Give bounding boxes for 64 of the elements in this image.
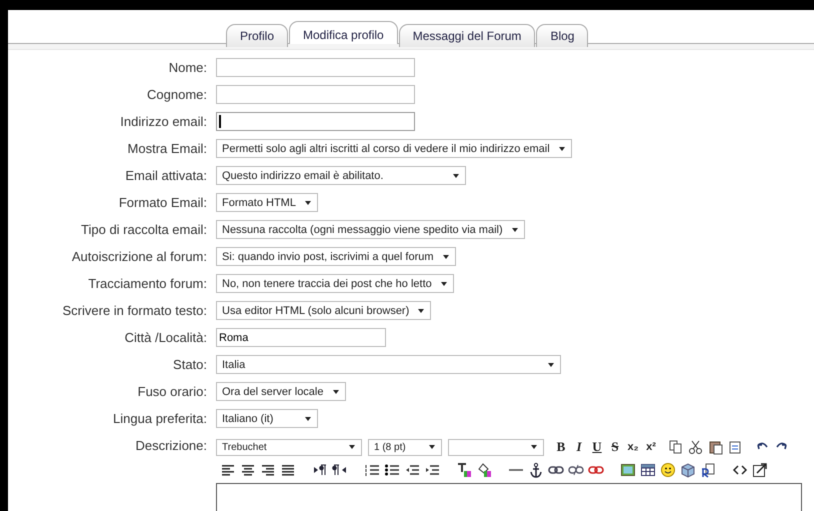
- justify-icon[interactable]: [280, 462, 296, 478]
- dropdown[interactable]: Nessuna raccolta (ogni messaggio viene spedito via mail): [216, 220, 525, 239]
- field-label: Tipo di raccolta email:: [80, 221, 207, 239]
- cut-icon[interactable]: [688, 439, 704, 455]
- outdent-icon[interactable]: [404, 462, 420, 478]
- text-field[interactable]: [216, 58, 415, 77]
- box-icon[interactable]: [680, 462, 696, 478]
- field-label: Lingua preferita:: [112, 410, 207, 428]
- align-left-icon[interactable]: [220, 462, 236, 478]
- field-label: Autoiscrizione al forum:: [70, 248, 207, 266]
- right-to-left-icon[interactable]: [332, 462, 348, 478]
- field-label: Città /Località:: [124, 329, 207, 347]
- font-dropdown[interactable]: Trebuchet: [216, 438, 362, 456]
- tab[interactable]: Profilo: [226, 24, 288, 47]
- paste-icon[interactable]: [708, 439, 724, 455]
- table-icon[interactable]: [640, 462, 656, 478]
- tab[interactable]: Messaggi del Forum: [398, 24, 536, 47]
- size-dropdown[interactable]: 1 (8 pt): [368, 438, 442, 456]
- dropdown[interactable]: Italia: [216, 355, 561, 374]
- field-label: Formato Email:: [118, 194, 207, 212]
- indent-icon[interactable]: [424, 462, 440, 478]
- dropdown[interactable]: Ora del server locale: [216, 382, 346, 401]
- align-center-icon[interactable]: [240, 462, 256, 478]
- dropdown[interactable]: Questo indirizzo email è abilitato.: [216, 166, 466, 185]
- numbered-list-icon[interactable]: [364, 462, 380, 478]
- anchor-icon[interactable]: [528, 462, 544, 478]
- format-button[interactable]: I: [572, 439, 586, 455]
- dropdown[interactable]: Formato HTML: [216, 193, 318, 212]
- field-label: Mostra Email:: [126, 140, 207, 158]
- smiley-icon[interactable]: [660, 462, 676, 478]
- dropdown[interactable]: Permetti solo agli altri iscritti al corso di vedere il mio indirizzo email: [216, 139, 572, 158]
- fullscreen-icon[interactable]: [752, 462, 768, 478]
- field-label: Scrivere in formato testo:: [62, 302, 207, 320]
- dropdown[interactable]: Si: quando invio post, iscrivimi a quel forum: [216, 247, 456, 266]
- bullet-list-icon[interactable]: [384, 462, 400, 478]
- field-label: Stato:: [172, 356, 207, 374]
- dropdown[interactable]: No, non tenere traccia dei post che ho letto: [216, 274, 454, 293]
- tab[interactable]: Modifica profilo: [289, 21, 398, 44]
- field-label: Tracciamento forum:: [87, 275, 207, 293]
- tab[interactable]: Blog: [536, 24, 588, 47]
- text-field[interactable]: [216, 112, 415, 131]
- document-icon[interactable]: [700, 462, 716, 478]
- format-button[interactable]: S: [608, 439, 622, 455]
- copy-icon[interactable]: [668, 439, 684, 455]
- field-label: Fuso orario:: [136, 383, 207, 401]
- image-icon[interactable]: [620, 462, 636, 478]
- text-field[interactable]: [216, 85, 415, 104]
- field-label: Indirizzo email:: [119, 113, 207, 131]
- field-label: Nome:: [168, 59, 207, 77]
- dropdown[interactable]: Usa editor HTML (solo alcuni browser): [216, 301, 432, 320]
- text-color-icon[interactable]: [456, 462, 472, 478]
- format-button[interactable]: x₂: [626, 441, 640, 453]
- format-button[interactable]: x²: [644, 441, 658, 453]
- fill-color-icon[interactable]: [476, 462, 492, 478]
- format-button[interactable]: U: [590, 439, 604, 455]
- field-label: Email attivata:: [124, 167, 207, 185]
- dropdown[interactable]: Italiano (it): [216, 409, 318, 428]
- unlink-icon[interactable]: [568, 462, 584, 478]
- align-right-icon[interactable]: [260, 462, 276, 478]
- text-field[interactable]: Roma: [216, 328, 386, 347]
- left-to-right-icon[interactable]: [312, 462, 328, 478]
- field-label: Cognome:: [146, 86, 207, 104]
- field-label: Descrizione:: [134, 437, 207, 455]
- format-button[interactable]: B: [554, 439, 568, 455]
